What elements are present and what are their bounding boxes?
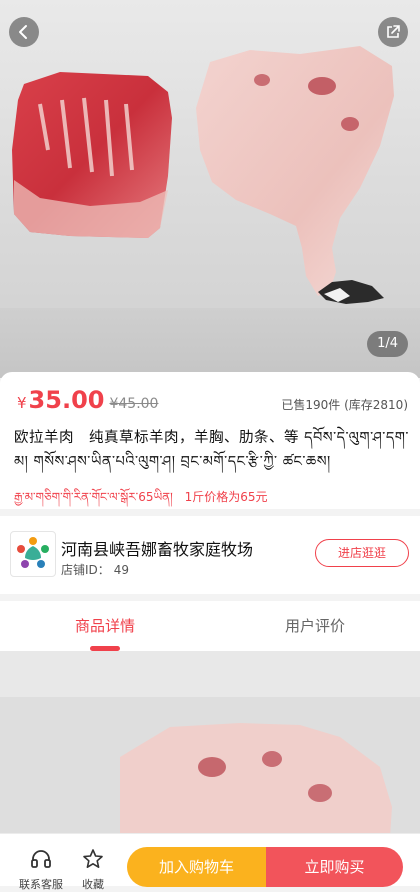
customer-service-button[interactable]: 联系客服 [16, 834, 66, 891]
unit-price-chinese: 1斤价格为65元 [184, 490, 268, 504]
detail-image [0, 697, 420, 837]
currency-symbol: ¥ [17, 394, 27, 412]
back-button[interactable] [9, 17, 39, 47]
product-title: 欧拉羊肉 纯真草标羊肉，羊胸、肋条、等 དབོས་དེ་ལུག་ཤ་དག་མ། … [14, 430, 409, 470]
product-gallery[interactable]: 1/4 [0, 0, 420, 378]
shop-id-value: 49 [113, 563, 130, 577]
favorite-button[interactable]: 收藏 [68, 834, 118, 891]
unit-price-note: རྒྱ་མ་གཅིག་གི་རིན་གོང་ལ་སྒོར་65ཡིན། 1斤价格… [14, 484, 268, 518]
tab-label: 用户评价 [284, 617, 345, 635]
shop-card[interactable]: 河南县峡吾娜畜牧家庭牧场 店铺ID： 49 进店逛逛 [0, 516, 420, 594]
shop-id: 店铺ID： 49 [61, 561, 129, 578]
product-photo [12, 46, 394, 304]
original-price: ¥45.00 [109, 396, 159, 412]
detail-photo [0, 697, 420, 837]
detail-tabs: 商品详情 用户评价 [0, 601, 420, 651]
chevron-left-icon [19, 25, 27, 39]
detail-divider [0, 651, 420, 697]
favorite-label: 收藏 [82, 878, 104, 891]
shop-id-label: 店铺ID： [61, 563, 110, 577]
lamb-breast-spot [254, 74, 270, 86]
shop-logo-icon [17, 537, 49, 568]
share-icon [387, 25, 400, 38]
lamb-breast-spot [341, 117, 359, 131]
tab-product-details[interactable]: 商品详情 [0, 601, 210, 651]
product-info-card: ¥ 35.00 ¥45.00 已售190件 (库存2810) 欧拉羊肉 纯真草标… [0, 372, 420, 509]
headphones-icon [31, 850, 51, 868]
lamb-breast-spot [308, 77, 336, 95]
bottom-action-bar: 联系客服 收藏 加入购物车 立即购买 [0, 833, 420, 891]
buy-now-button[interactable]: 立即购买 [266, 847, 403, 887]
lamb-breast-piece [196, 46, 394, 296]
tab-label: 商品详情 [74, 617, 135, 635]
unit-price-tibetan: རྒྱ་མ་གཅིག་གི་རིན་གོང་ལ་སྒོར་65ཡིན། [14, 490, 173, 504]
visit-shop-button[interactable]: 进店逛逛 [315, 539, 409, 567]
price-row: ¥ 35.00 ¥45.00 [17, 386, 158, 414]
gallery-page-counter: 1/4 [367, 331, 408, 357]
add-to-cart-button[interactable]: 加入购物车 [127, 847, 266, 887]
tab-user-reviews[interactable]: 用户评价 [210, 601, 420, 651]
share-button[interactable] [378, 17, 408, 47]
sales-info: 已售190件 (库存2810) [281, 398, 408, 412]
customer-service-label: 联系客服 [19, 878, 63, 891]
shop-logo[interactable] [10, 531, 56, 577]
star-icon [83, 849, 103, 868]
current-price: 35.00 [28, 386, 105, 414]
shop-name: 河南县峡吾娜畜牧家庭牧场 [61, 540, 254, 559]
